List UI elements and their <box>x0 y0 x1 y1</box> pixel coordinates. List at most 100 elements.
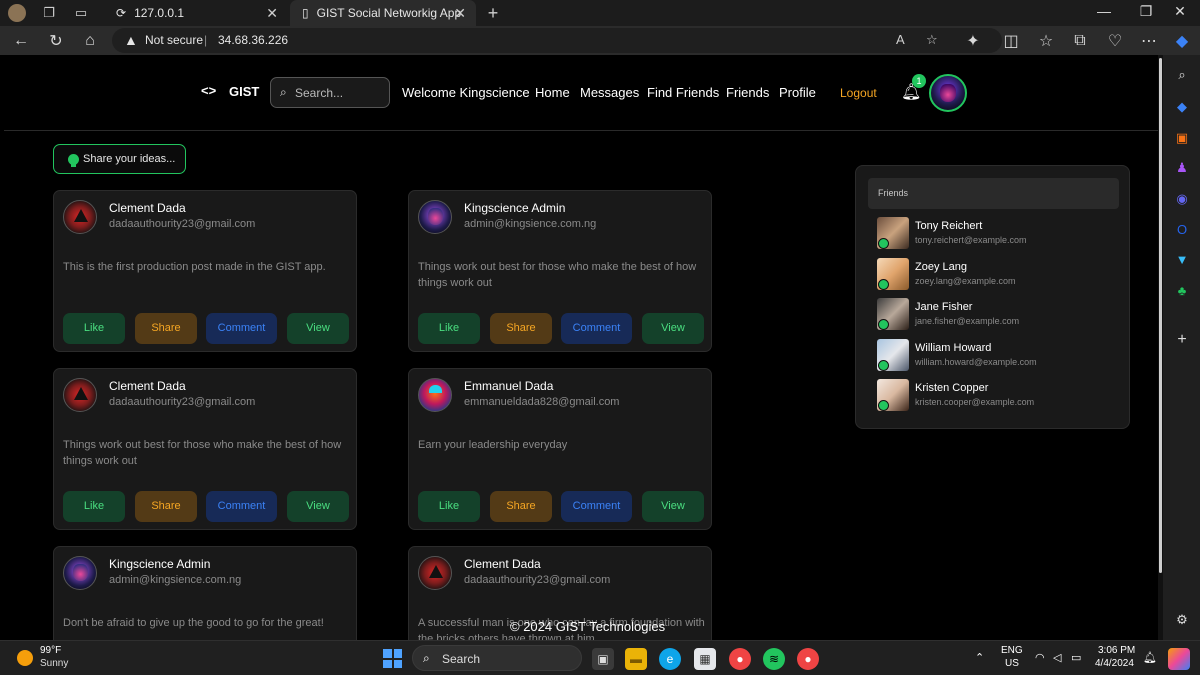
post-author-avatar[interactable] <box>418 200 452 234</box>
nav-messages[interactable]: Messages <box>580 85 639 100</box>
view-button[interactable]: View <box>287 313 349 344</box>
windows-start-icon[interactable] <box>383 649 402 668</box>
url-text[interactable]: 34.68.36.226 <box>218 33 288 47</box>
share-button[interactable]: Share <box>490 491 552 522</box>
refresh-icon[interactable]: ↻ <box>45 30 67 52</box>
tree-icon[interactable]: ♣ <box>1172 280 1192 300</box>
task-view-icon[interactable]: ▣ <box>592 648 614 670</box>
taskbar-time[interactable]: 3:06 PM <box>1098 645 1135 656</box>
language-indicator[interactable]: ENG <box>1001 645 1023 656</box>
post-author-name[interactable]: Clement Dada <box>109 379 186 393</box>
share-ideas-button[interactable]: Share your ideas... <box>53 144 186 174</box>
region-indicator[interactable]: US <box>1005 658 1019 669</box>
user-avatar[interactable] <box>929 74 967 112</box>
new-tab-button[interactable]: + <box>484 3 502 23</box>
profile-avatar-icon[interactable] <box>8 4 26 22</box>
home-icon[interactable]: ⌂ <box>79 30 101 52</box>
close-tab-icon[interactable]: ✕ <box>266 5 278 22</box>
restore-icon[interactable]: ❐ <box>1136 3 1156 20</box>
post-author-name[interactable]: Emmanuel Dada <box>464 379 553 393</box>
store-icon[interactable]: ▦ <box>694 648 716 670</box>
nav-home[interactable]: Home <box>535 85 570 100</box>
games-icon[interactable]: ♟ <box>1172 158 1192 178</box>
more-options-icon[interactable]: ⋯ <box>1138 30 1160 52</box>
copilot-icon[interactable] <box>1168 648 1190 670</box>
sun-weather-icon[interactable] <box>17 650 33 666</box>
tab-actions-icon[interactable]: ▭ <box>72 4 90 22</box>
comment-button[interactable]: Comment <box>561 313 632 344</box>
friend-item[interactable]: William Howard william.howard@example.co… <box>877 339 1117 375</box>
view-button[interactable]: View <box>287 491 349 522</box>
friend-item[interactable]: Tony Reichert tony.reichert@example.com <box>877 217 1117 253</box>
nav-friends[interactable]: Friends <box>726 85 769 100</box>
site-search[interactable]: ⌕ <box>270 77 390 108</box>
split-screen-icon[interactable]: ◫ <box>1000 30 1022 52</box>
post-author-avatar[interactable] <box>63 378 97 412</box>
spotify-icon[interactable]: ≋ <box>763 648 785 670</box>
logout-link[interactable]: Logout <box>840 86 877 100</box>
weather-condition[interactable]: Sunny <box>40 658 68 669</box>
tab-localhost[interactable]: ⟳ 127.0.0.1 ✕ <box>104 0 288 26</box>
post-author-avatar[interactable] <box>63 556 97 590</box>
comment-button[interactable]: Comment <box>561 491 632 522</box>
notifications-bell-icon[interactable]: 🔔︎ <box>1143 651 1157 664</box>
chrome-icon[interactable]: ● <box>729 648 751 670</box>
chevron-up-icon[interactable]: ⌃ <box>975 651 984 664</box>
post-author-avatar[interactable] <box>418 378 452 412</box>
view-button[interactable]: View <box>642 313 704 344</box>
comment-button[interactable]: Comment <box>206 491 277 522</box>
address-bar[interactable]: ▲ Not secure | 34.68.36.226 A ☆ <box>112 28 1002 53</box>
workspaces-icon[interactable]: ❐ <box>40 4 58 22</box>
close-tab-icon[interactable]: ✕ <box>454 5 466 22</box>
drop-icon[interactable]: ▼ <box>1172 249 1192 269</box>
volume-icon[interactable]: ◁ <box>1053 651 1061 664</box>
minimize-icon[interactable]: — <box>1094 3 1114 19</box>
favorites-icon[interactable]: ☆ <box>1035 30 1057 52</box>
post-author-name[interactable]: Kingscience Admin <box>464 201 565 215</box>
scrollbar-thumb[interactable] <box>1159 58 1162 573</box>
battery-icon[interactable]: ▭ <box>1071 651 1081 664</box>
search-icon[interactable]: ⌕ <box>1172 65 1192 85</box>
tools-icon[interactable]: ▣ <box>1172 128 1192 148</box>
wifi-icon[interactable]: ◠ <box>1035 651 1045 664</box>
taskbar-search[interactable]: ⌕ Search <box>412 645 582 671</box>
shopping-icon[interactable]: ◆ <box>1172 97 1192 117</box>
brand-logo[interactable]: GIST <box>229 84 259 99</box>
search-input[interactable] <box>295 84 385 102</box>
view-button[interactable]: View <box>642 491 704 522</box>
post-author-name[interactable]: Clement Dada <box>109 201 186 215</box>
outlook-icon[interactable]: O <box>1172 219 1192 239</box>
add-sidebar-app-icon[interactable]: + <box>1172 330 1192 350</box>
close-window-icon[interactable]: ✕ <box>1170 3 1190 20</box>
microsoft-365-icon[interactable]: ◉ <box>1172 189 1192 209</box>
weather-temperature[interactable]: 99°F <box>40 645 61 656</box>
tab-gist-app[interactable]: ▯ GIST Social Networkig App ✕ <box>290 0 476 26</box>
browser-essentials-icon[interactable]: ♡ <box>1104 30 1126 52</box>
code-brackets-icon[interactable]: <> <box>201 83 216 98</box>
post-author-name[interactable]: Clement Dada <box>464 557 541 571</box>
collections-icon[interactable]: ⧉ <box>1069 30 1091 52</box>
post-author-avatar[interactable] <box>418 556 452 590</box>
share-button[interactable]: Share <box>490 313 552 344</box>
settings-gear-icon[interactable]: ⚙ <box>1172 610 1192 630</box>
friend-item[interactable]: Jane Fisher jane.fisher@example.com <box>877 298 1117 334</box>
comment-button[interactable]: Comment <box>206 313 277 344</box>
post-author-avatar[interactable] <box>63 200 97 234</box>
like-button[interactable]: Like <box>63 491 125 522</box>
like-button[interactable]: Like <box>63 313 125 344</box>
back-icon[interactable]: ← <box>10 30 32 52</box>
file-explorer-icon[interactable]: ▬ <box>625 648 647 670</box>
read-aloud-icon[interactable]: A <box>896 32 905 47</box>
post-author-name[interactable]: Kingscience Admin <box>109 557 210 571</box>
share-button[interactable]: Share <box>135 313 197 344</box>
edge-browser-icon[interactable]: e <box>659 648 681 670</box>
like-button[interactable]: Like <box>418 491 480 522</box>
security-status[interactable]: Not secure <box>145 33 203 47</box>
friend-item[interactable]: Zoey Lang zoey.lang@example.com <box>877 258 1117 294</box>
extensions-icon[interactable]: ✦ <box>962 30 984 52</box>
taskbar-date[interactable]: 4/4/2024 <box>1095 658 1134 669</box>
copilot-icon[interactable]: ◆ <box>1171 30 1193 52</box>
favorite-star-icon[interactable]: ☆ <box>926 32 938 48</box>
like-button[interactable]: Like <box>418 313 480 344</box>
chrome-icon[interactable]: ● <box>797 648 819 670</box>
